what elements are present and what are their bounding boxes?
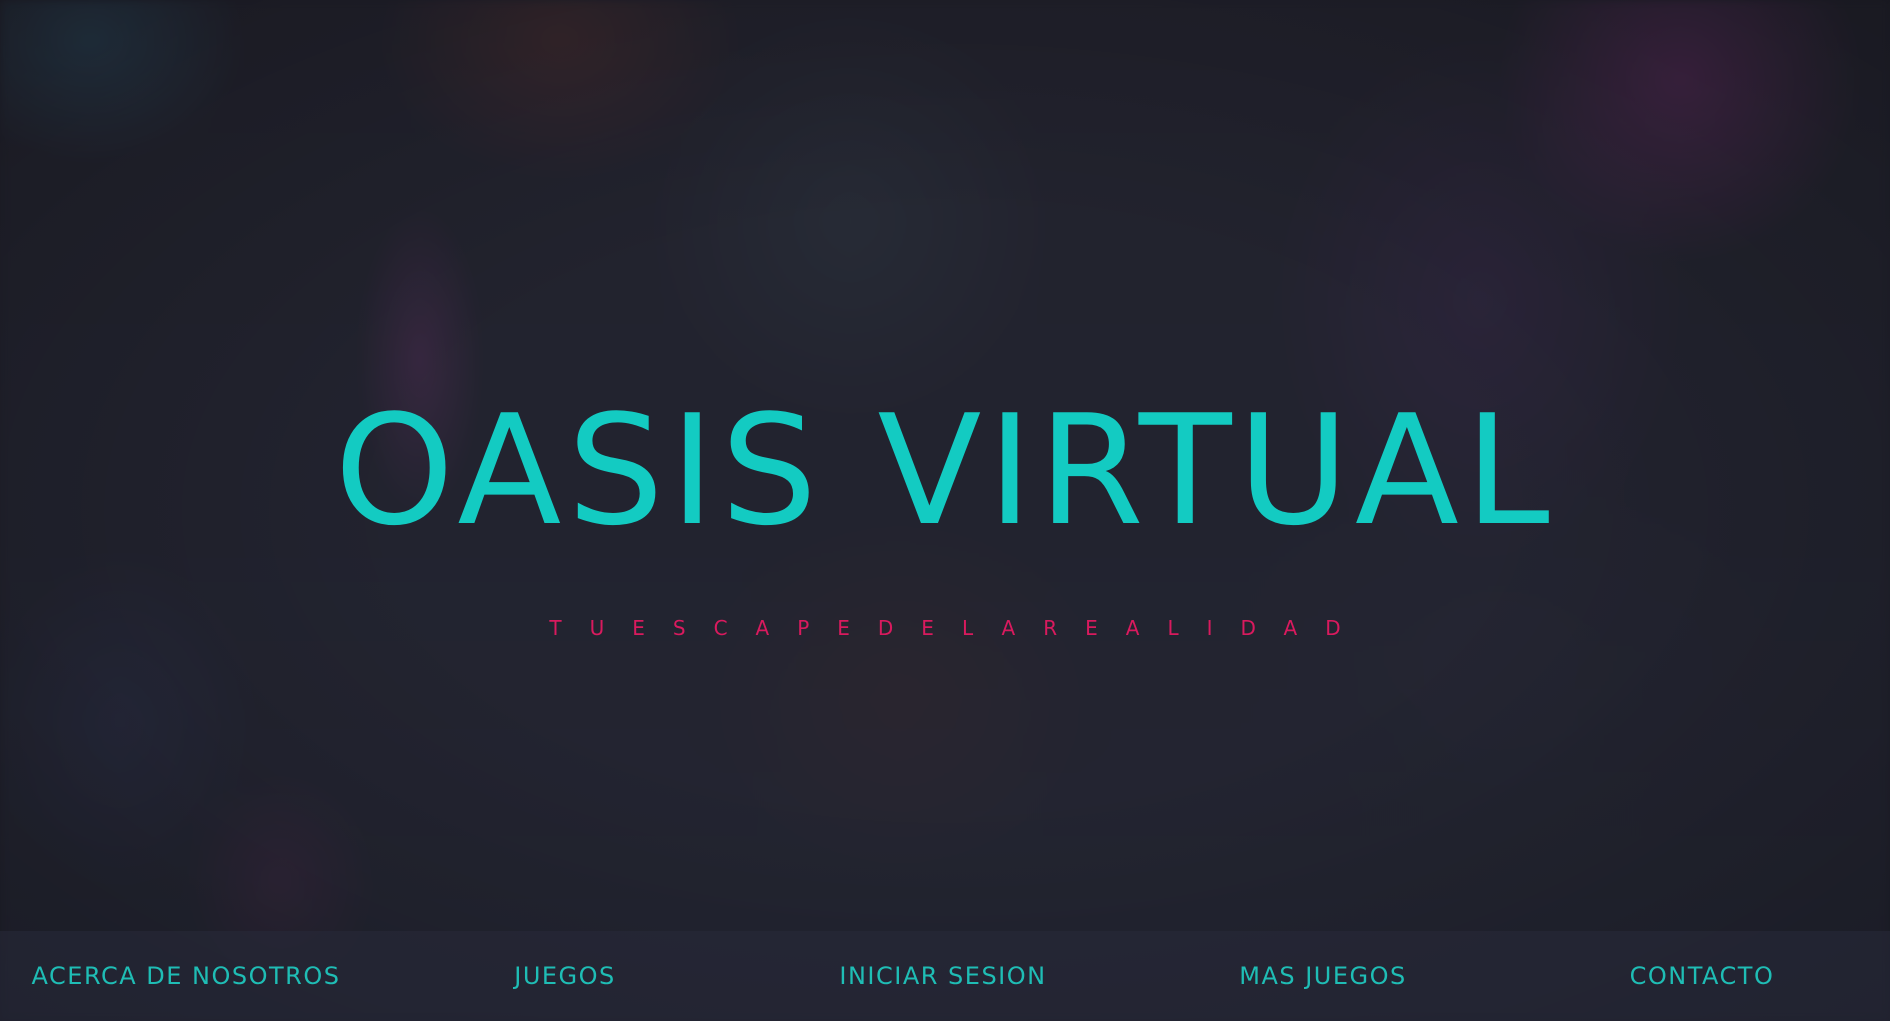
bottom-navbar: ACERCA DE NOSOTROS JUEGOS INICIAR SESION… bbox=[0, 931, 1890, 1021]
nav-item-mas-juegos[interactable]: MAS JUEGOS bbox=[1239, 962, 1407, 990]
page: OASIS VIRTUAL TUESCAPEDELAREALIDAD ACERC… bbox=[0, 0, 1890, 1021]
nav-item-juegos[interactable]: JUEGOS bbox=[514, 962, 616, 990]
nav-item-acerca-de-nosotros[interactable]: ACERCA DE NOSOTROS bbox=[32, 962, 341, 990]
nav-item-iniciar-sesion[interactable]: INICIAR SESION bbox=[839, 962, 1046, 990]
hero-subtitle: TUESCAPEDELAREALIDAD bbox=[549, 616, 1369, 640]
hero-title: OASIS VIRTUAL bbox=[334, 382, 1556, 559]
nav-item-contacto[interactable]: CONTACTO bbox=[1630, 962, 1775, 990]
